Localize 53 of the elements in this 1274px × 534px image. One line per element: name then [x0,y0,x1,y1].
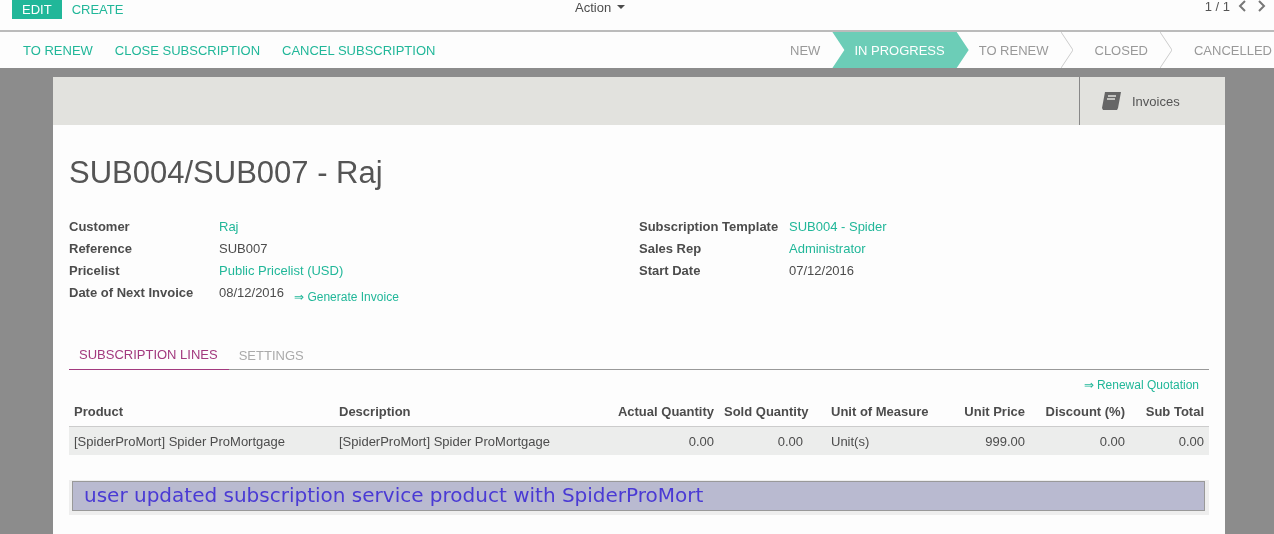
stage-tab[interactable]: CANCELLED [1171,32,1274,68]
table-cell: 0.00 [1030,426,1130,455]
column-header: Discount (%) [1030,399,1130,427]
field-value: 07/12/2016 [789,263,855,278]
column-header: Sub Total [1130,399,1209,427]
table-cell: [SpiderProMort] Spider ProMortgage [69,426,334,455]
table-cell: 0.00 [599,426,719,455]
action-dropdown[interactable]: Action [575,0,626,14]
column-header: Description [334,399,599,427]
column-header: Sold Quantity [719,399,808,427]
field-label: Date of Next Invoice [69,285,195,300]
edit-button[interactable]: EDIT [12,0,62,19]
field-label: Reference [69,241,133,256]
stage-tab[interactable]: NEW [778,32,833,68]
status-action-button[interactable]: CANCEL SUBSCRIPTION [271,42,447,58]
notebook-tab[interactable]: SUBSCRIPTION LINES [69,347,229,370]
table-cell: 0.00 [719,426,808,455]
status-action-button[interactable]: TO RENEW [12,42,104,58]
record-title: SUB004/SUB007 - Raj [69,155,384,191]
invoices-button[interactable]: Invoices [1079,77,1225,125]
table-cell: Unit(s) [808,426,935,455]
annotation-banner: user updated subscription service product with SpiderProMort [72,481,1205,511]
book-icon [1100,91,1122,111]
table-cell: 999.00 [935,426,1030,455]
field-label: Start Date [639,263,702,278]
stage-tab[interactable]: CLOSED [1072,32,1160,68]
field-value: SUB007 [219,241,268,256]
field-link[interactable]: SUB004 - Spider [789,219,887,234]
table-cell: [SpiderProMort] Spider ProMortgage [334,426,599,455]
table-cell: 0.00 [1130,426,1209,455]
field-label: Subscription Template [639,219,780,234]
field-link[interactable]: Public Pricelist (USD) [219,263,344,278]
field-value: 08/12/2016 [219,285,285,300]
next-icon[interactable] [1256,0,1266,12]
renewal-quotation-link[interactable]: ⇒ Renewal Quotation [1083,378,1199,392]
column-header: Product [69,399,334,427]
field-link[interactable]: Administrator [789,241,866,256]
column-header: Unit of Measure [808,399,935,427]
column-header: Unit Price [935,399,1030,427]
field-link[interactable]: Raj [219,219,239,234]
generate-invoice-link[interactable]: ⇒ Generate Invoice [294,290,399,304]
pager-counter: 1 / 1 [1204,0,1230,14]
field-label: Sales Rep [639,241,703,256]
chevron-separator [1159,32,1172,68]
previous-icon[interactable] [1238,0,1248,12]
column-header: Actual Quantity [599,399,719,427]
notebook-tab[interactable]: SETTINGS [228,347,315,370]
status-action-button[interactable]: CLOSE SUBSCRIPTION [103,42,272,58]
field-label: Pricelist [69,263,121,278]
stage-tab[interactable]: IN PROGRESS [832,32,969,68]
field-label: Customer [69,219,131,234]
create-button[interactable]: CREATE [61,0,134,19]
chevron-separator [1060,32,1073,68]
